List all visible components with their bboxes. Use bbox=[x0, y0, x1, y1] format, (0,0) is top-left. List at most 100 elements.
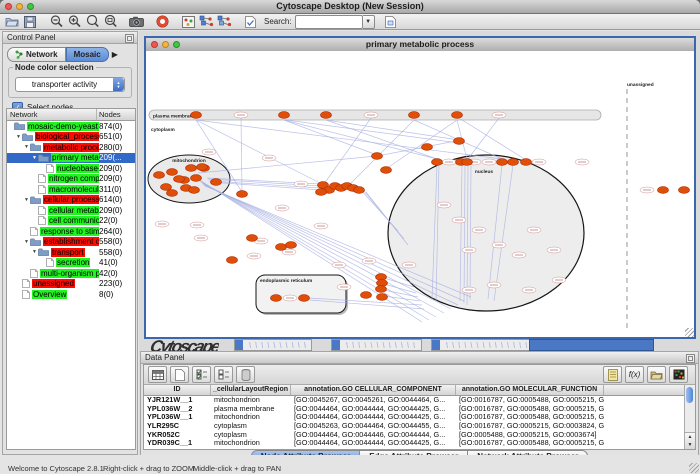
document-import-icon[interactable] bbox=[383, 15, 399, 29]
tree-row[interactable]: cell communicat22(0) bbox=[7, 216, 135, 227]
network-node[interactable] bbox=[167, 190, 178, 197]
delete-attribute-trash-icon[interactable] bbox=[236, 366, 255, 383]
tree-row-label[interactable]: mosaic-demo-yeast bbox=[27, 122, 99, 131]
background-window-fragment[interactable] bbox=[331, 339, 422, 351]
app-resize-grip[interactable] bbox=[689, 463, 699, 473]
network-node-label[interactable] bbox=[314, 223, 328, 229]
expand-arrow-icon[interactable]: ▼ bbox=[23, 197, 30, 203]
network-node-label[interactable] bbox=[512, 252, 526, 258]
import-vizmap-icon[interactable] bbox=[216, 15, 232, 29]
table-row[interactable]: YKR052Ccytoplasm[GO:0044464, GO:0044446,… bbox=[144, 431, 685, 440]
background-window-fragment[interactable] bbox=[529, 339, 654, 351]
zoom-fit-icon[interactable] bbox=[84, 15, 100, 29]
tree-row[interactable]: response to stimul264(0) bbox=[7, 226, 135, 237]
tree-row-label[interactable]: response to stimul bbox=[40, 227, 99, 236]
network-node[interactable] bbox=[167, 169, 178, 176]
network-node[interactable] bbox=[454, 138, 465, 145]
network-canvas[interactable]: plasma membranecytoplasmmitochondrionnuc… bbox=[146, 51, 694, 337]
tree-row[interactable]: ▼primary metabo209(... bbox=[7, 153, 135, 164]
attribute-editor-icon[interactable] bbox=[603, 366, 622, 383]
tree-row[interactable]: cellular metabo209(0) bbox=[7, 205, 135, 216]
tree-row[interactable]: nucleobase-209(0) bbox=[7, 163, 135, 174]
network-node-label[interactable] bbox=[275, 205, 289, 211]
tab-mosaic[interactable]: Mosaic bbox=[66, 47, 109, 62]
network-node[interactable] bbox=[381, 167, 392, 174]
network-node-label[interactable] bbox=[492, 242, 506, 248]
search-dropdown-arrow[interactable]: ▼ bbox=[363, 15, 375, 29]
network-node[interactable] bbox=[197, 164, 208, 171]
expand-arrow-icon[interactable]: ▼ bbox=[15, 134, 22, 140]
tab-network[interactable]: Network bbox=[7, 47, 66, 62]
combobox-stepper-icon[interactable]: ▲▼ bbox=[113, 78, 124, 91]
tree-row[interactable]: mosaic-demo-yeast874(0) bbox=[7, 121, 135, 132]
table-column-header[interactable]: _cellularLayoutRegion bbox=[211, 385, 291, 395]
expand-arrow-icon[interactable]: ▼ bbox=[23, 239, 30, 245]
tree-row[interactable]: ▼metabolic process280(0) bbox=[7, 142, 135, 153]
tree-row[interactable]: ▼cellular process614(0) bbox=[7, 195, 135, 206]
network-node[interactable] bbox=[191, 112, 202, 119]
tree-row-label[interactable]: nucleobase- bbox=[56, 164, 99, 173]
tree-row[interactable]: Overview8(0) bbox=[7, 289, 135, 300]
network-edge[interactable] bbox=[459, 118, 526, 160]
network-node[interactable] bbox=[361, 292, 372, 299]
table-column-header[interactable]: annotation.GO CELLULAR_COMPONENT bbox=[291, 385, 456, 395]
expand-arrow-icon[interactable]: ▼ bbox=[23, 144, 30, 150]
tree-row-label[interactable]: macromolecule bbox=[48, 185, 99, 194]
table-column-header[interactable]: annotation.GO MOLECULAR_FUNCTION bbox=[456, 385, 604, 395]
tree-row[interactable]: ▼establishment of lo558(0) bbox=[7, 237, 135, 248]
network-node-label[interactable] bbox=[575, 159, 589, 165]
network-node-label[interactable] bbox=[442, 159, 456, 165]
table-row[interactable]: YPL036W__1mitochondrion[GO:0044464, GO:0… bbox=[144, 413, 685, 422]
network-node[interactable] bbox=[377, 294, 388, 301]
network-node[interactable] bbox=[299, 295, 310, 302]
tree-row-label[interactable]: cellular process bbox=[43, 195, 99, 204]
network-node-label[interactable] bbox=[547, 247, 561, 253]
network-node[interactable] bbox=[508, 159, 519, 166]
document-check-icon[interactable] bbox=[242, 15, 258, 29]
network-node[interactable] bbox=[497, 159, 508, 166]
table-row[interactable]: YPL036W__2plasma membrane[GO:0044464, GO… bbox=[144, 405, 685, 414]
tree-row-label[interactable]: metabolic process bbox=[43, 143, 99, 152]
float-panel-icon[interactable] bbox=[125, 34, 134, 43]
network-node[interactable] bbox=[316, 189, 327, 196]
table-row[interactable]: YLR295Ccytoplasm[GO:0045263, GO:0044464,… bbox=[144, 422, 685, 431]
network-node-label[interactable] bbox=[487, 282, 501, 288]
unselect-attributes-icon[interactable] bbox=[214, 366, 233, 383]
nucleus-region[interactable] bbox=[388, 155, 584, 311]
select-columns-icon[interactable] bbox=[148, 366, 167, 383]
network-node-label[interactable] bbox=[262, 155, 276, 161]
new-attribute-icon[interactable] bbox=[170, 366, 189, 383]
tree-row-label[interactable]: establishment of lo bbox=[43, 237, 99, 246]
tree-row[interactable]: ▼biological_process651(0) bbox=[7, 132, 135, 143]
annotation-icon[interactable] bbox=[180, 15, 196, 29]
network-node-label[interactable] bbox=[527, 227, 541, 233]
network-node[interactable] bbox=[189, 187, 200, 194]
tree-row[interactable]: secretion41(0) bbox=[7, 258, 135, 269]
network-edge[interactable] bbox=[284, 120, 437, 159]
network-node-label[interactable] bbox=[462, 287, 476, 293]
network-node-label[interactable] bbox=[482, 159, 496, 165]
help-lifebuoy-icon[interactable] bbox=[154, 15, 170, 29]
network-node-label[interactable] bbox=[532, 159, 546, 165]
network-node-label[interactable] bbox=[283, 295, 297, 301]
network-node-label[interactable] bbox=[332, 262, 346, 268]
background-window-fragment[interactable] bbox=[431, 339, 532, 351]
network-node[interactable] bbox=[321, 112, 332, 119]
app-titlebar[interactable]: Cytoscape Desktop (New Session) bbox=[0, 0, 700, 14]
network-node-label[interactable] bbox=[247, 253, 261, 259]
tree-row[interactable]: unassigned223(0) bbox=[7, 279, 135, 290]
network-node[interactable] bbox=[354, 187, 365, 194]
network-node-label[interactable] bbox=[155, 221, 169, 227]
table-vertical-scrollbar[interactable]: ▲▼ bbox=[684, 385, 695, 449]
network-node-label[interactable] bbox=[472, 227, 486, 233]
network-node-label[interactable] bbox=[190, 222, 204, 228]
network-node-label[interactable] bbox=[337, 284, 351, 290]
network-node[interactable] bbox=[286, 242, 297, 249]
tree-column-network[interactable]: Network bbox=[7, 109, 97, 120]
tree-row-label[interactable]: transport bbox=[51, 248, 85, 257]
network-edge[interactable] bbox=[326, 120, 437, 159]
network-node-label[interactable] bbox=[452, 217, 466, 223]
matrix-view-icon[interactable] bbox=[669, 366, 688, 383]
network-edge[interactable] bbox=[286, 120, 459, 143]
network-node[interactable] bbox=[186, 165, 197, 172]
